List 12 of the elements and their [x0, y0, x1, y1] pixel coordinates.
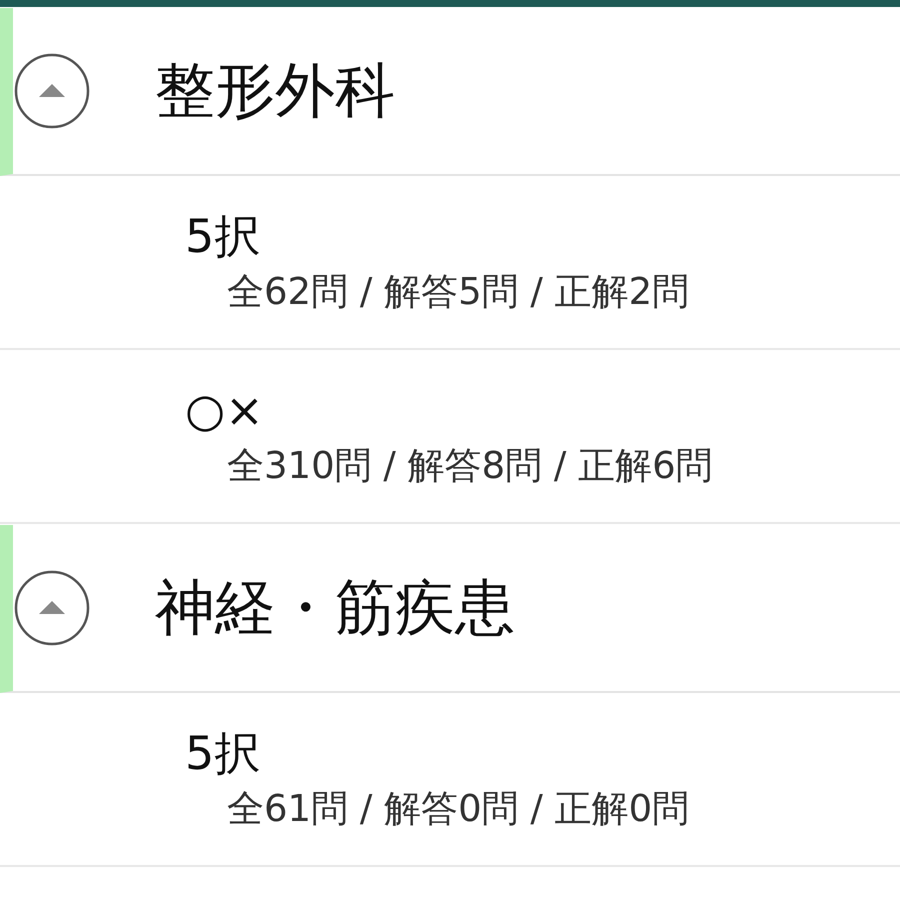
- section-header[interactable]: 整形外科: [0, 8, 900, 176]
- quiz-stats: 全310問 / 解答8問 / 正解6問: [227, 444, 713, 489]
- section-title: 神経・筋疾患: [155, 572, 515, 644]
- quiz-type: 5択: [185, 209, 260, 264]
- quiz-type: 5択: [185, 726, 260, 782]
- section-header[interactable]: 神経・筋疾患: [0, 525, 900, 693]
- collapse-icon[interactable]: [14, 570, 90, 646]
- quiz-type: ○×: [185, 383, 264, 438]
- quiz-stats: 全61問 / 解答0問 / 正解0問: [227, 787, 690, 832]
- section-title: 整形外科: [155, 55, 395, 127]
- collapse-icon[interactable]: [14, 53, 90, 129]
- quiz-stats: 全62問 / 解答5問 / 正解2問: [227, 270, 690, 315]
